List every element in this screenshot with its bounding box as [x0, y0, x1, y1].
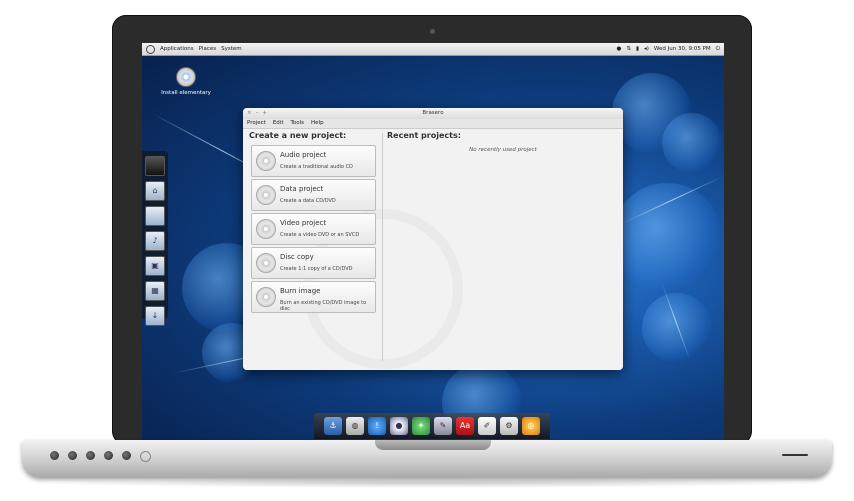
menu-tools[interactable]: Tools — [290, 119, 304, 128]
port-icon — [86, 451, 95, 460]
burner-app-icon[interactable]: ◎ — [522, 417, 540, 435]
clock[interactable]: Wed Jun 30, 9:05 PM — [654, 43, 711, 55]
project-name: Video project — [280, 219, 327, 227]
monitor-icon[interactable] — [145, 156, 165, 176]
lid-notch — [375, 440, 491, 450]
window-menubar: Project Edit Tools Help — [243, 119, 623, 129]
project-name: Burn image — [280, 287, 321, 295]
disc-copy-button[interactable]: Disc copy Create 1:1 copy of a CD/DVD — [251, 247, 376, 279]
side-ports — [50, 451, 151, 462]
data-disc-icon — [256, 185, 276, 205]
wallpaper-bubble — [662, 113, 722, 173]
laptop-base — [22, 440, 832, 478]
browser-compass-icon[interactable]: ✦ — [412, 417, 430, 435]
top-panel: Applications Places System ● ⇅ ▮ ◂) Wed … — [142, 43, 724, 56]
project-name: Data project — [280, 185, 324, 193]
menu-applications[interactable]: Applications — [160, 43, 194, 55]
project-name: Audio project — [280, 151, 327, 159]
desktop-screen: Applications Places System ● ⇅ ▮ ◂) Wed … — [142, 43, 724, 441]
port-icon — [104, 451, 113, 460]
chat-bubble-icon[interactable]: ! — [368, 417, 386, 435]
videos-folder-icon[interactable]: ▣ — [145, 256, 165, 276]
wallpaper-bubble — [612, 183, 722, 293]
project-desc: Create a video DVD or an SVCD — [280, 232, 360, 238]
pictures-folder-icon[interactable]: ▦ — [145, 281, 165, 301]
install-disc-icon — [176, 67, 196, 87]
notes-icon[interactable]: ✐ — [478, 417, 496, 435]
network-icon[interactable]: ⇅ — [626, 43, 631, 55]
port-icon — [68, 451, 77, 460]
indicator-light-icon — [140, 451, 151, 462]
project-desc: Create a traditional audio CD — [280, 164, 353, 170]
film-icon — [256, 219, 276, 239]
dictionary-icon[interactable]: Aa — [456, 417, 474, 435]
audio-project-button[interactable]: Audio project Create a traditional audio… — [251, 145, 376, 177]
laptop-shadow — [40, 478, 814, 488]
elementary-logo-icon[interactable] — [146, 44, 155, 54]
project-desc: Create 1:1 copy of a CD/DVD — [280, 266, 353, 272]
webcam — [430, 29, 435, 34]
menu-project[interactable]: Project — [247, 119, 266, 128]
brasero-window: × – + Brasero Project Edit Tools Help Cr… — [243, 108, 623, 370]
menu-system[interactable]: System — [221, 43, 242, 55]
install-icon-label: Install elementary — [161, 90, 211, 96]
data-project-button[interactable]: Data project Create a data CD/DVD — [251, 179, 376, 211]
system-settings-icon[interactable]: ⚙ — [500, 417, 518, 435]
menu-places[interactable]: Places — [199, 43, 217, 55]
music-note-icon — [256, 151, 276, 171]
disk-utility-icon[interactable]: ◍ — [346, 417, 364, 435]
recent-projects-heading: Recent projects: — [387, 131, 461, 140]
media-player-icon[interactable]: ● — [390, 417, 408, 435]
video-project-button[interactable]: Video project Create a video DVD or an S… — [251, 213, 376, 245]
burn-image-icon — [256, 287, 276, 307]
text-editor-icon[interactable]: ✎ — [434, 417, 452, 435]
window-titlebar[interactable]: × – + Brasero — [243, 108, 623, 119]
home-folder-icon[interactable]: ⌂ — [145, 181, 165, 201]
port-icon — [122, 451, 131, 460]
chat-status-icon[interactable]: ● — [617, 43, 622, 55]
volume-icon[interactable]: ◂) — [644, 43, 649, 55]
create-project-heading: Create a new project: — [249, 131, 347, 140]
project-desc: Create a data CD/DVD — [280, 198, 336, 204]
power-icon[interactable]: ⏻ — [716, 43, 720, 55]
disc-slot — [782, 454, 808, 456]
burn-image-button[interactable]: Burn image Burn an existing CD/DVD image… — [251, 281, 376, 313]
menu-edit[interactable]: Edit — [273, 119, 284, 128]
port-icon — [50, 451, 59, 460]
downloads-folder-icon[interactable]: ↓ — [145, 306, 165, 326]
no-recent-label: No recently used project — [469, 147, 537, 153]
music-folder-icon[interactable]: ♪ — [145, 231, 165, 251]
left-dock: ⌂ ♪ ▣ ▦ ↓ — [142, 151, 168, 326]
install-desktop-icon[interactable]: Install elementary — [156, 67, 216, 96]
documents-folder-icon[interactable] — [145, 206, 165, 226]
menu-help[interactable]: Help — [311, 119, 324, 128]
bottom-dock: ⚓ ◍ ! ● ✦ ✎ Aa ✐ ⚙ ◎ — [314, 413, 550, 439]
battery-icon[interactable]: ▮ — [636, 43, 639, 55]
disc-copy-icon — [256, 253, 276, 273]
window-title: Brasero — [422, 110, 444, 116]
column-divider — [382, 133, 383, 361]
laptop-lid: Applications Places System ● ⇅ ▮ ◂) Wed … — [112, 15, 752, 445]
anchor-app-icon[interactable]: ⚓ — [324, 417, 342, 435]
window-content: Create a new project: Recent projects: N… — [243, 129, 623, 370]
project-name: Disc copy — [280, 253, 314, 261]
project-desc: Burn an existing CD/DVD image to disc — [280, 300, 367, 312]
